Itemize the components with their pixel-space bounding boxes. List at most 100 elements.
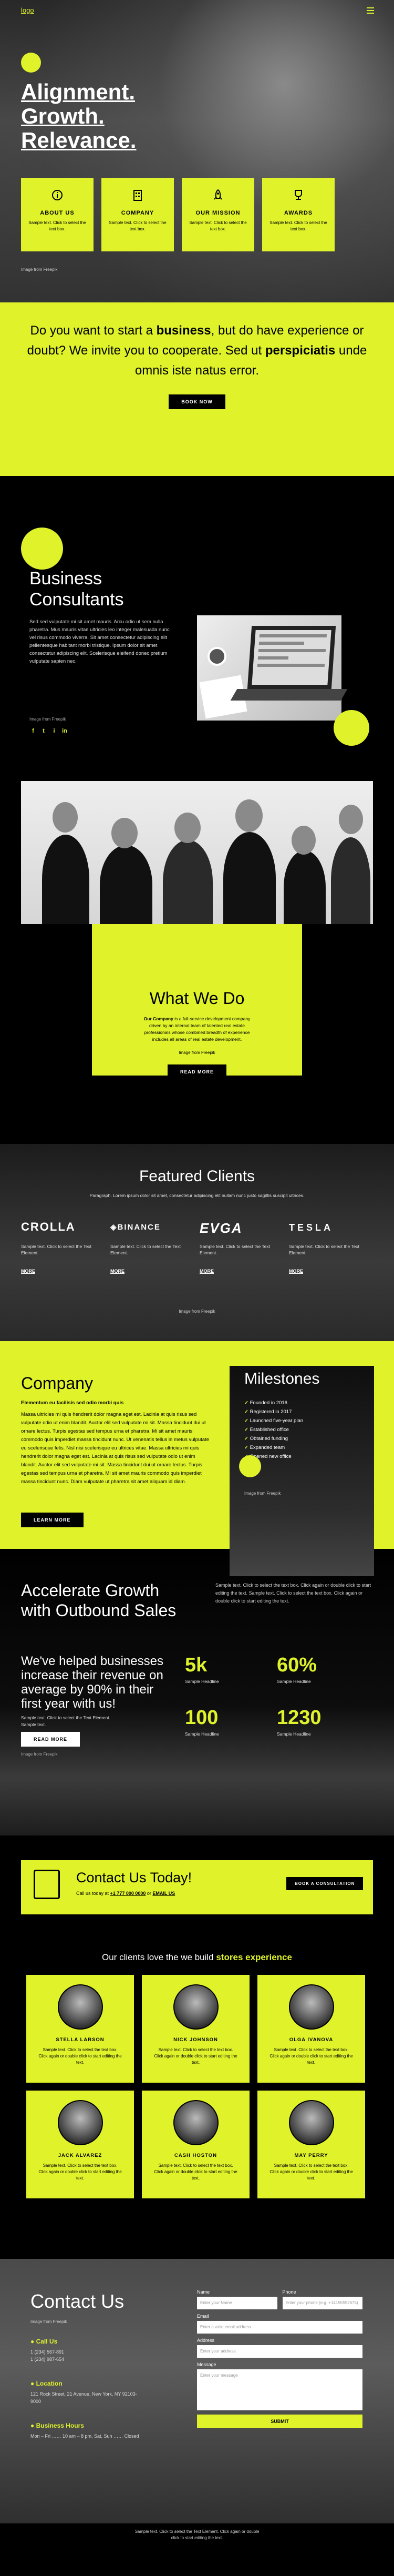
card-title: COMPANY — [121, 210, 154, 216]
learn-more-button[interactable]: LEARN MORE — [21, 1513, 84, 1527]
trophy-icon — [295, 190, 302, 200]
contact-title: Contact Us — [30, 2290, 125, 2312]
intro-text-bold: business — [156, 323, 211, 338]
book-consultation-button[interactable]: BOOK A CONSULTATION — [286, 1877, 364, 1890]
team-grid: STELLA LARSON Sample text. Click to selec… — [26, 1975, 368, 2198]
consultants-title: Business Consultants — [29, 568, 124, 610]
submit-button[interactable]: SUBMIT — [197, 2415, 362, 2428]
intro-section: Do you want to start a business, but do … — [0, 302, 394, 476]
stat-item: 5k Sample Headline — [185, 1654, 219, 1684]
card-awards[interactable]: AWARDS Sample text. Click to select the … — [262, 178, 335, 251]
milestones-panel: Milestones Founded in 2016 Registered in… — [230, 1366, 374, 1576]
stat-label: Sample Headline — [185, 1679, 219, 1684]
milestone-item: Established office — [244, 1425, 303, 1434]
card-desc: Sample text. Click to select the text bo… — [109, 220, 167, 231]
avatar — [173, 2100, 219, 2145]
highlight-line: increase their revenue on — [21, 1668, 163, 1682]
title-line: Accelerate Growth — [21, 1581, 160, 1600]
company-section: Company Elementum eu facilisis sed odio … — [0, 1341, 394, 1576]
member-name: MAY PERRY — [294, 2153, 328, 2158]
card-about-us[interactable]: ABOUT US Sample text. Click to select th… — [21, 178, 94, 251]
brand-item: ◈BINANCE Sample text. Click to select th… — [110, 1220, 200, 1274]
stat-label: Sample Headline — [277, 1731, 311, 1737]
member-desc: Sample text. Click to select the text bo… — [154, 2163, 237, 2181]
milestone-item: Expanded team — [244, 1443, 303, 1452]
contact-bar-title: Contact Us Today! — [76, 1870, 192, 1885]
image-credit[interactable]: Image from Freepik — [92, 1050, 302, 1055]
contact-section: Contact Us Image from Freepik Call Us 1 … — [0, 2259, 394, 2523]
laptop-base-shape — [230, 689, 348, 701]
company-title: Company — [21, 1374, 93, 1393]
instagram-icon[interactable]: i — [50, 727, 58, 735]
company-subtitle: Elementum eu facilisis sed odio morbi qu… — [21, 1400, 124, 1406]
card-desc: Sample text. Click to select the text bo… — [269, 220, 327, 231]
brand-more-link[interactable]: MORE — [21, 1269, 100, 1274]
image-credit[interactable]: Image from Freepik — [21, 267, 57, 272]
phone-input[interactable]: Enter your phone (e.g. +14155552675) — [282, 2297, 362, 2309]
stat-value: 100 — [185, 1707, 219, 1729]
email-label: Email — [197, 2314, 209, 2319]
card-desc: Sample text. Click to select the text bo… — [28, 220, 86, 231]
phone-label: Phone — [282, 2289, 296, 2295]
facebook-icon[interactable]: f — [29, 727, 37, 735]
read-more-button[interactable]: READ MORE — [21, 1732, 80, 1747]
brand-desc: Sample text. Click to select the Text El… — [110, 1244, 181, 1255]
contact-form: Name Enter your Name Phone Enter your phon… — [197, 2289, 362, 2428]
contact-bar-section: Contact Us Today! Call us today at +1 77… — [0, 1835, 394, 1920]
call-block: Call Us 1 (234) 567-891 1 (234) 987-654 — [30, 2338, 64, 2363]
image-credit[interactable]: Image from Freepik — [21, 1752, 57, 1757]
what-we-do-body: Our Company is a full-service developmen… — [139, 1016, 255, 1043]
title-highlight: stores experience — [216, 1952, 292, 1962]
avatar — [57, 2100, 103, 2145]
read-more-button[interactable]: READ MORE — [167, 1064, 226, 1079]
social-links: f t i in — [29, 727, 68, 735]
hero-cards: ABOUT US Sample text. Click to select th… — [21, 178, 335, 251]
image-credit[interactable]: Image from Freepik — [30, 2319, 67, 2324]
hero-section: logo Alignment. Growth. Relevance. ABOUT… — [0, 0, 394, 302]
card-company[interactable]: COMPANY Sample text. Click to select the… — [101, 178, 174, 251]
phone-link[interactable]: +1 777 000 0000 — [110, 1891, 146, 1896]
title-line: with Outbound Sales — [21, 1601, 177, 1620]
call-title: Call Us — [30, 2338, 64, 2345]
email-link[interactable]: EMAIL US — [152, 1891, 175, 1896]
brand-more-link[interactable]: MORE — [289, 1269, 368, 1274]
consultants-section: Business Consultants Sed sed vulputate m… — [0, 476, 394, 781]
call-value: 1 (234) 567-891 1 (234) 987-654 — [30, 2348, 64, 2363]
team-title: Our clients love the we build stores exp… — [0, 1952, 394, 1963]
name-input[interactable]: Enter your Name — [197, 2297, 277, 2309]
twitter-icon[interactable]: t — [40, 727, 47, 735]
growth-small-text: Sample text. Click to select the Text El… — [21, 1715, 110, 1728]
message-textarea[interactable]: Enter your message — [197, 2369, 362, 2410]
linkedin-icon[interactable]: in — [61, 727, 68, 735]
stat-label: Sample Headline — [185, 1731, 219, 1737]
body-bold: Our Company — [143, 1016, 173, 1021]
or-text: or — [146, 1891, 153, 1896]
member-desc: Sample text. Click to select the text bo… — [154, 2047, 237, 2065]
consultants-body: Sed sed vulputate mi sit amet mauris. Ar… — [29, 619, 170, 664]
logo[interactable]: logo — [21, 6, 34, 14]
image-credit[interactable]: Image from Freepik — [29, 717, 66, 722]
email-input[interactable]: Enter a valid email address — [197, 2321, 362, 2334]
card-our-mission[interactable]: OUR MISSION Sample text. Click to select… — [182, 178, 254, 251]
brand-item: EVGA Sample text. Click to select the Te… — [200, 1220, 289, 1274]
what-we-do-title: What We Do — [149, 989, 245, 1008]
featured-clients-section: Featured Clients Paragraph. Lorem ipsum … — [0, 1144, 394, 1341]
hero-title-line: Relevance. — [21, 128, 137, 153]
hamburger-menu-icon[interactable] — [367, 7, 374, 15]
decorative-circle — [334, 710, 369, 746]
card-title: AWARDS — [284, 210, 313, 216]
phone-number: 1 (234) 567-891 — [30, 2349, 65, 2355]
brand-more-link[interactable]: MORE — [200, 1269, 278, 1274]
milestone-item: Founded in 2016 — [244, 1398, 303, 1407]
title-part: Our clients love the we build — [102, 1952, 216, 1962]
team-card: STELLA LARSON Sample text. Click to selec… — [26, 1975, 134, 2083]
contact-bar-text: Call us today at +1 777 000 0000 or EMAI… — [76, 1891, 175, 1896]
image-credit[interactable]: Image from Freepik — [244, 1491, 281, 1496]
image-credit[interactable]: Image from Freepik — [0, 1309, 394, 1314]
growth-section: Accelerate Growth with Outbound Sales Sa… — [0, 1549, 394, 1835]
book-now-button[interactable]: BOOK NOW — [169, 394, 225, 409]
highlight-line: We've helped businesses — [21, 1654, 163, 1668]
address-input[interactable]: Enter your address — [197, 2345, 362, 2358]
brand-more-link[interactable]: MORE — [110, 1269, 189, 1274]
member-name: OLGA IVANOVA — [289, 2037, 334, 2043]
